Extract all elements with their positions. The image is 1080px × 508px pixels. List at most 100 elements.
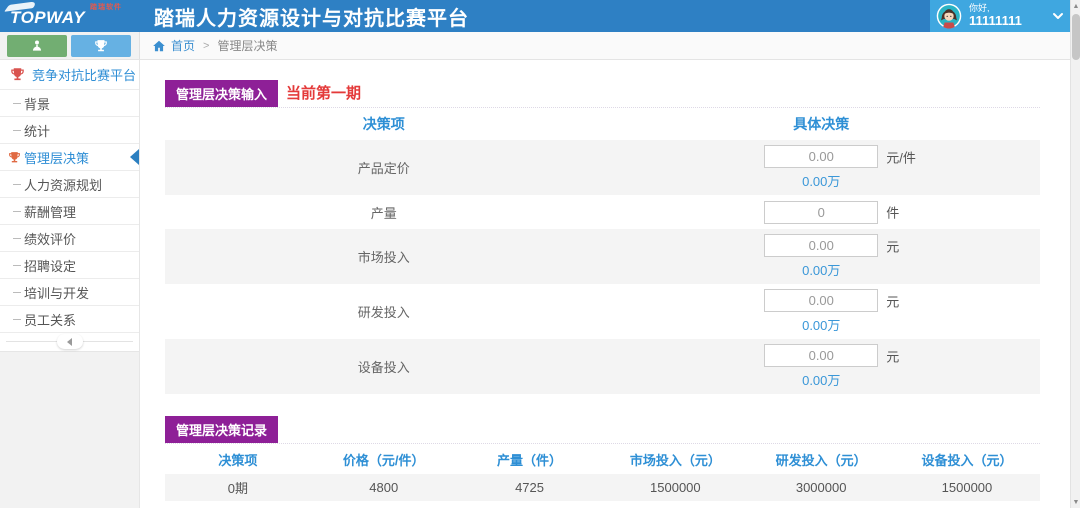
collapse-left-icon	[67, 337, 72, 346]
column-header: 市场投入（元）	[629, 452, 721, 468]
dash-icon	[13, 130, 21, 131]
current-period-label: 当前第一期	[286, 85, 362, 102]
dash-icon	[13, 292, 21, 293]
main-content: 管理层决策输入 当前第一期 决策项 具体决策 产品定价 元/件	[140, 60, 1070, 508]
decision-input-section: 管理层决策输入 当前第一期 决策项 具体决策 产品定价 元/件	[165, 80, 1040, 394]
avatar	[936, 3, 962, 29]
row-label: 市场投入	[357, 250, 410, 265]
converted-value-link: 0.00万	[802, 373, 841, 388]
unit-label: 元	[886, 294, 900, 309]
tab-hr-module[interactable]	[7, 34, 67, 57]
sidebar-item-performance[interactable]: 绩效评价	[0, 225, 139, 252]
unit-label: 元	[886, 349, 900, 364]
column-header: 研发投入（元）	[775, 452, 867, 468]
decision-input-table: 决策项 具体决策 产品定价 元/件 0.00万	[165, 108, 1040, 394]
scrollbar-thumb[interactable]	[1072, 14, 1080, 60]
table-row-marketing-investment: 市场投入 元 0.00万	[165, 229, 1040, 284]
decision-record-badge: 管理层决策记录	[165, 416, 279, 443]
breadcrumb-current: 管理层决策	[217, 39, 278, 53]
breadcrumb-home-link[interactable]: 首页	[171, 37, 195, 54]
person-icon	[32, 40, 42, 51]
sidebar-item-hr-planning[interactable]: 人力资源规划	[0, 171, 139, 198]
decision-input-table-header: 决策项 具体决策	[165, 108, 1040, 140]
decision-record-table: 决策项 价格（元/件） 产量（件） 市场投入（元） 研发投入（元） 设备投入（元…	[165, 444, 1040, 501]
active-item-arrow-icon	[130, 149, 139, 165]
row-label: 设备投入	[357, 360, 410, 375]
unit-label: 件	[886, 205, 900, 221]
sidebar-item-label: 人力资源规划	[24, 177, 103, 193]
trophy-icon	[95, 39, 107, 51]
table-row-product-price: 产品定价 元/件 0.00万	[165, 140, 1040, 195]
sidebar-item-management-decision[interactable]: 管理层决策	[0, 144, 139, 171]
converted-value-link: 0.00万	[802, 174, 841, 189]
sidebar-item-label: 背景	[24, 96, 51, 112]
cell-equipment: 1500000	[941, 480, 993, 495]
sidebar-filler	[0, 351, 139, 508]
cell-period: 0期	[227, 481, 249, 496]
app-logo[interactable]: TOPWAY 踏瑞软件	[0, 0, 140, 32]
unit-label: 元/件	[886, 150, 916, 165]
column-header: 价格（元/件）	[342, 452, 425, 468]
marketing-investment-input[interactable]	[764, 234, 879, 257]
logo-brand-subtext: 踏瑞软件	[90, 4, 122, 11]
unit-label: 元	[886, 239, 900, 254]
converted-value-link: 0.00万	[802, 263, 841, 278]
sidebar-root-competition-platform[interactable]: 竞争对抗比赛平台	[0, 60, 139, 90]
module-tabs	[0, 32, 140, 59]
column-header-item: 决策项	[362, 116, 405, 132]
home-icon	[153, 40, 165, 51]
sidebar-item-label: 统计	[24, 123, 51, 139]
trophy-icon	[9, 152, 20, 163]
decision-input-badge: 管理层决策输入	[165, 80, 279, 107]
converted-value-link: 0.00万	[802, 318, 841, 333]
sidebar-menu: 背景 统计 管理层决策 人力资源规划 薪酬管理 绩效评价 招聘设定 培训与开发 …	[0, 90, 139, 333]
page: TOPWAY 踏瑞软件 踏瑞人力资源设计与对抗比赛平台 你好, 11111111	[0, 0, 1070, 508]
sidebar-item-label: 绩效评价	[24, 231, 77, 247]
column-header: 设备投入（元）	[921, 452, 1013, 468]
dash-icon	[13, 184, 21, 185]
user-info: 你好, 11111111	[969, 3, 1052, 28]
decision-record-header: 管理层决策记录	[165, 416, 1040, 444]
dash-icon	[13, 319, 21, 320]
breadcrumb: 首页 > 管理层决策	[140, 32, 1070, 59]
product-price-input[interactable]	[764, 145, 879, 168]
user-menu[interactable]: 你好, 11111111	[930, 0, 1070, 32]
sidebar-item-compensation[interactable]: 薪酬管理	[0, 198, 139, 225]
trophy-icon	[11, 68, 24, 81]
user-name: 11111111	[969, 12, 1022, 28]
sidebar-collapse-handle[interactable]	[56, 334, 83, 349]
table-row-period-0: 0期 4800 4725 1500000 3000000 1500000	[165, 474, 1040, 501]
page-title: 踏瑞人力资源设计与对抗比赛平台	[154, 7, 469, 30]
sidebar-item-label: 培训与开发	[24, 285, 90, 301]
cell-price: 4800	[369, 480, 399, 495]
rd-investment-input[interactable]	[764, 289, 879, 312]
column-header: 产量（件）	[497, 452, 563, 468]
cell-quantity: 4725	[515, 480, 544, 495]
decision-input-header: 管理层决策输入 当前第一期	[165, 80, 1040, 108]
breadcrumb-separator: >	[203, 39, 210, 52]
logo-brand-text: TOPWAY	[10, 8, 86, 27]
equipment-investment-input[interactable]	[764, 344, 879, 367]
cell-marketing: 1500000	[650, 480, 701, 495]
sidebar-item-statistics[interactable]: 统计	[0, 117, 139, 144]
vertical-scrollbar[interactable]: ▲ ▼	[1070, 0, 1080, 508]
tab-competition-module[interactable]	[71, 34, 131, 57]
scroll-up-icon[interactable]: ▲	[1071, 0, 1080, 12]
sidebar-item-label: 薪酬管理	[24, 204, 77, 220]
row-label: 研发投入	[357, 305, 410, 320]
decision-record-table-header: 决策项 价格（元/件） 产量（件） 市场投入（元） 研发投入（元） 设备投入（元…	[165, 444, 1040, 474]
dash-icon	[13, 265, 21, 266]
column-header-value: 具体决策	[793, 116, 850, 132]
sidebar-item-training[interactable]: 培训与开发	[0, 279, 139, 306]
scroll-down-icon[interactable]: ▼	[1071, 496, 1080, 508]
sidebar-item-recruitment[interactable]: 招聘设定	[0, 252, 139, 279]
decision-record-section: 管理层决策记录 决策项 价格（元/件） 产量（件） 市场投入（元） 研发投入（元…	[165, 416, 1040, 501]
sidebar-collapse-bar	[0, 333, 139, 351]
output-quantity-input[interactable]	[764, 200, 879, 224]
sidebar: 竞争对抗比赛平台 背景 统计 管理层决策 人力资源规划 薪酬管理 绩效评价 招聘…	[0, 60, 140, 508]
sidebar-item-employee-relations[interactable]: 员工关系	[0, 306, 139, 333]
sidebar-item-background[interactable]: 背景	[0, 90, 139, 117]
sidebar-item-label: 招聘设定	[24, 258, 77, 274]
table-row-output-quantity: 产量 件	[165, 195, 1040, 229]
sidebar-root-label: 竞争对抗比赛平台	[32, 68, 137, 83]
